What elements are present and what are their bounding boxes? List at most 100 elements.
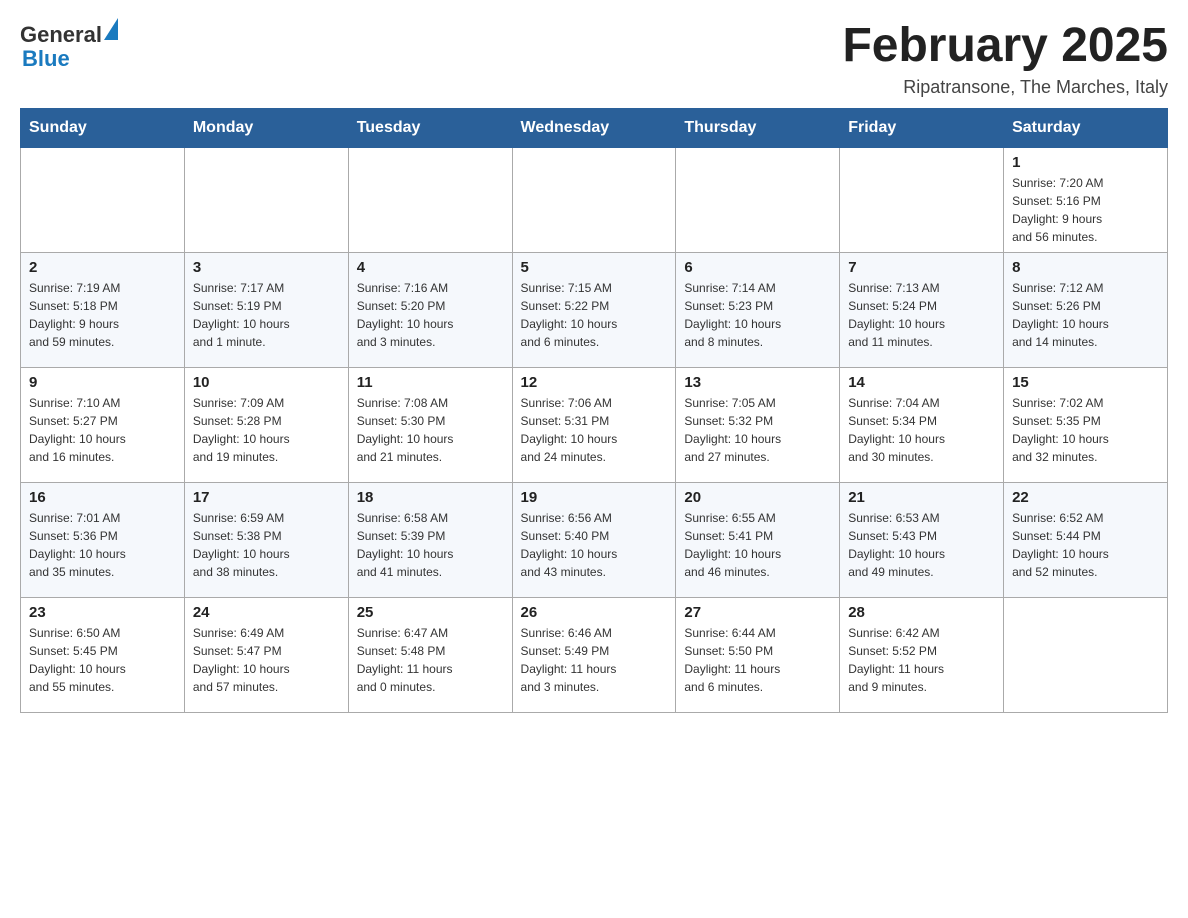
day-number: 14 <box>848 374 995 391</box>
day-number: 26 <box>521 604 668 621</box>
day-info: Sunrise: 6:47 AM Sunset: 5:48 PM Dayligh… <box>357 624 504 696</box>
day-number: 17 <box>193 489 340 506</box>
calendar-cell: 14Sunrise: 7:04 AM Sunset: 5:34 PM Dayli… <box>840 367 1004 482</box>
col-saturday: Saturday <box>1004 108 1168 147</box>
day-number: 25 <box>357 604 504 621</box>
day-info: Sunrise: 7:08 AM Sunset: 5:30 PM Dayligh… <box>357 394 504 466</box>
day-info: Sunrise: 6:44 AM Sunset: 5:50 PM Dayligh… <box>684 624 831 696</box>
col-thursday: Thursday <box>676 108 840 147</box>
logo-triangle-icon <box>104 18 118 40</box>
day-number: 4 <box>357 259 504 276</box>
day-info: Sunrise: 7:15 AM Sunset: 5:22 PM Dayligh… <box>521 279 668 351</box>
logo-general: General <box>20 22 102 47</box>
day-info: Sunrise: 7:06 AM Sunset: 5:31 PM Dayligh… <box>521 394 668 466</box>
calendar-cell: 1 Sunrise: 7:20 AM Sunset: 5:16 PM Daylig… <box>1004 147 1168 252</box>
day-info: Sunrise: 6:56 AM Sunset: 5:40 PM Dayligh… <box>521 509 668 581</box>
calendar-cell: 13 Sunrise: 7:05 AM Sunset: 5:32 PM Dayli… <box>676 367 840 482</box>
calendar-cell: 25 Sunrise: 6:47 AM Sunset: 5:48 PM Dayli… <box>348 597 512 712</box>
calendar-cell <box>676 147 840 252</box>
day-number: 27 <box>684 604 831 621</box>
calendar-cell: 21 Sunrise: 6:53 AM Sunset: 5:43 PM Dayli… <box>840 482 1004 597</box>
col-sunday: Sunday <box>21 108 185 147</box>
col-wednesday: Wednesday <box>512 108 676 147</box>
day-number: 16 <box>29 489 176 506</box>
day-info: Sunrise: 7:09 AM Sunset: 5:28 PM Dayligh… <box>193 394 340 466</box>
week-row-1: 1 Sunrise: 7:20 AM Sunset: 5:16 PM Daylig… <box>21 147 1168 252</box>
page-header: General Blue February 2025 Ripatransone,… <box>20 20 1168 98</box>
calendar-cell <box>1004 597 1168 712</box>
day-info: Sunrise: 6:50 AM Sunset: 5:45 PM Dayligh… <box>29 624 176 696</box>
day-info: Sunrise: 6:58 AM Sunset: 5:39 PM Dayligh… <box>357 509 504 581</box>
day-number: 23 <box>29 604 176 621</box>
calendar-cell: 15 Sunrise: 7:02 AM Sunset: 5:35 PM Dayli… <box>1004 367 1168 482</box>
calendar-cell <box>840 147 1004 252</box>
logo: General Blue <box>20 20 118 71</box>
day-number: 9 <box>29 374 176 391</box>
day-number: 28 <box>848 604 995 621</box>
calendar-cell: 17 Sunrise: 6:59 AM Sunset: 5:38 PM Dayli… <box>184 482 348 597</box>
day-number: 6 <box>684 259 831 276</box>
day-info: Sunrise: 7:19 AM Sunset: 5:18 PM Dayligh… <box>29 279 176 351</box>
calendar-cell: 19 Sunrise: 6:56 AM Sunset: 5:40 PM Dayli… <box>512 482 676 597</box>
calendar-cell: 3 Sunrise: 7:17 AM Sunset: 5:19 PM Daylig… <box>184 252 348 367</box>
calendar-cell: 5 Sunrise: 7:15 AM Sunset: 5:22 PM Daylig… <box>512 252 676 367</box>
col-monday: Monday <box>184 108 348 147</box>
day-number: 12 <box>521 374 668 391</box>
calendar-cell: 24Sunrise: 6:49 AM Sunset: 5:47 PM Dayli… <box>184 597 348 712</box>
calendar-cell: 26 Sunrise: 6:46 AM Sunset: 5:49 PM Dayli… <box>512 597 676 712</box>
calendar-header-row: Sunday Monday Tuesday Wednesday Thursday… <box>21 108 1168 147</box>
day-number: 11 <box>357 374 504 391</box>
day-number: 20 <box>684 489 831 506</box>
day-number: 2 <box>29 259 176 276</box>
location-title: Ripatransone, The Marches, Italy <box>842 77 1168 98</box>
day-info: Sunrise: 6:42 AM Sunset: 5:52 PM Dayligh… <box>848 624 995 696</box>
day-number: 1 <box>1012 154 1159 171</box>
calendar-cell: 23 Sunrise: 6:50 AM Sunset: 5:45 PM Dayli… <box>21 597 185 712</box>
week-row-2: 2 Sunrise: 7:19 AM Sunset: 5:18 PM Daylig… <box>21 252 1168 367</box>
week-row-3: 9Sunrise: 7:10 AM Sunset: 5:27 PM Daylig… <box>21 367 1168 482</box>
day-number: 21 <box>848 489 995 506</box>
calendar-cell: 18Sunrise: 6:58 AM Sunset: 5:39 PM Dayli… <box>348 482 512 597</box>
calendar-cell: 10Sunrise: 7:09 AM Sunset: 5:28 PM Dayli… <box>184 367 348 482</box>
month-title: February 2025 <box>842 20 1168 73</box>
week-row-4: 16 Sunrise: 7:01 AM Sunset: 5:36 PM Dayli… <box>21 482 1168 597</box>
day-info: Sunrise: 6:55 AM Sunset: 5:41 PM Dayligh… <box>684 509 831 581</box>
col-tuesday: Tuesday <box>348 108 512 147</box>
calendar-cell: 12 Sunrise: 7:06 AM Sunset: 5:31 PM Dayli… <box>512 367 676 482</box>
day-info: Sunrise: 7:02 AM Sunset: 5:35 PM Dayligh… <box>1012 394 1159 466</box>
day-info: Sunrise: 6:52 AM Sunset: 5:44 PM Dayligh… <box>1012 509 1159 581</box>
day-number: 3 <box>193 259 340 276</box>
calendar-cell: 2 Sunrise: 7:19 AM Sunset: 5:18 PM Daylig… <box>21 252 185 367</box>
calendar-cell: 28 Sunrise: 6:42 AM Sunset: 5:52 PM Dayli… <box>840 597 1004 712</box>
calendar-cell <box>348 147 512 252</box>
day-info: Sunrise: 7:05 AM Sunset: 5:32 PM Dayligh… <box>684 394 831 466</box>
day-number: 22 <box>1012 489 1159 506</box>
logo-blue: Blue <box>22 46 70 71</box>
calendar-cell: 22 Sunrise: 6:52 AM Sunset: 5:44 PM Dayli… <box>1004 482 1168 597</box>
day-info: Sunrise: 7:16 AM Sunset: 5:20 PM Dayligh… <box>357 279 504 351</box>
calendar-table: Sunday Monday Tuesday Wednesday Thursday… <box>20 108 1168 713</box>
day-number: 7 <box>848 259 995 276</box>
calendar-cell: 16 Sunrise: 7:01 AM Sunset: 5:36 PM Dayli… <box>21 482 185 597</box>
day-number: 15 <box>1012 374 1159 391</box>
day-info: Sunrise: 6:46 AM Sunset: 5:49 PM Dayligh… <box>521 624 668 696</box>
day-info: Sunrise: 6:59 AM Sunset: 5:38 PM Dayligh… <box>193 509 340 581</box>
day-number: 19 <box>521 489 668 506</box>
calendar-cell: 8 Sunrise: 7:12 AM Sunset: 5:26 PM Daylig… <box>1004 252 1168 367</box>
calendar-cell: 27 Sunrise: 6:44 AM Sunset: 5:50 PM Dayli… <box>676 597 840 712</box>
calendar-cell: 6Sunrise: 7:14 AM Sunset: 5:23 PM Daylig… <box>676 252 840 367</box>
week-row-5: 23 Sunrise: 6:50 AM Sunset: 5:45 PM Dayli… <box>21 597 1168 712</box>
day-info: Sunrise: 6:53 AM Sunset: 5:43 PM Dayligh… <box>848 509 995 581</box>
day-number: 8 <box>1012 259 1159 276</box>
day-number: 13 <box>684 374 831 391</box>
calendar-cell: 11 Sunrise: 7:08 AM Sunset: 5:30 PM Dayli… <box>348 367 512 482</box>
day-info: Sunrise: 7:20 AM Sunset: 5:16 PM Dayligh… <box>1012 174 1159 246</box>
calendar-cell <box>21 147 185 252</box>
day-info: Sunrise: 7:01 AM Sunset: 5:36 PM Dayligh… <box>29 509 176 581</box>
day-info: Sunrise: 7:17 AM Sunset: 5:19 PM Dayligh… <box>193 279 340 351</box>
day-info: Sunrise: 7:12 AM Sunset: 5:26 PM Dayligh… <box>1012 279 1159 351</box>
calendar-cell <box>184 147 348 252</box>
day-number: 5 <box>521 259 668 276</box>
calendar-cell: 20 Sunrise: 6:55 AM Sunset: 5:41 PM Dayli… <box>676 482 840 597</box>
calendar-cell: 4 Sunrise: 7:16 AM Sunset: 5:20 PM Daylig… <box>348 252 512 367</box>
